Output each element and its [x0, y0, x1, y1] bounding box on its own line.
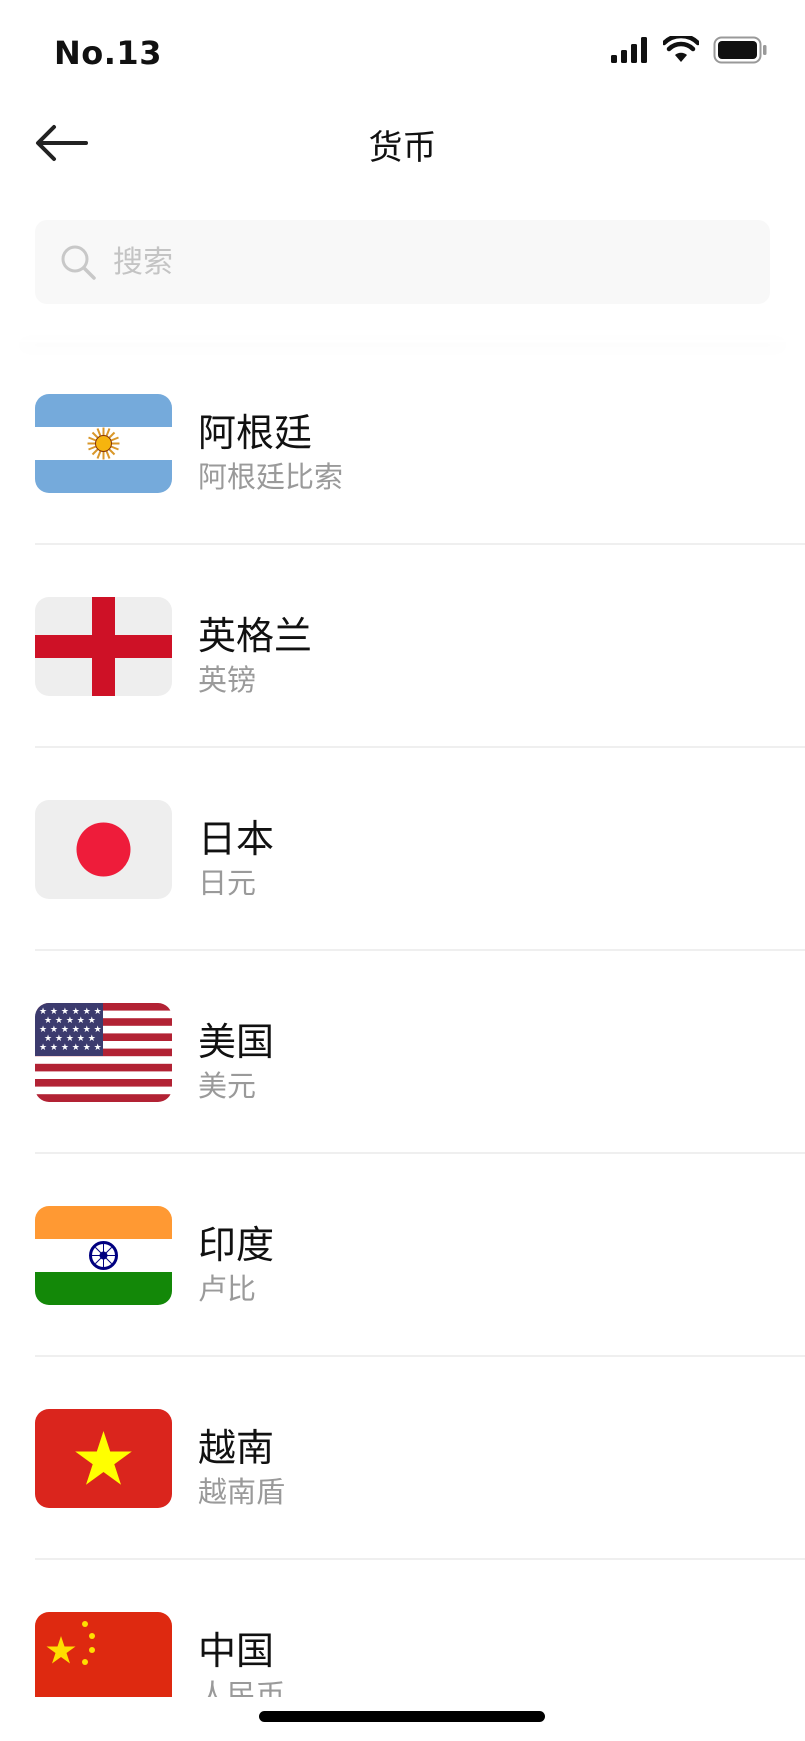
india-flag-icon: [35, 1206, 172, 1305]
vietnam-flag-icon: [35, 1409, 172, 1508]
status-icons: [611, 33, 767, 68]
currency-list: 阿根廷 阿根廷比索 英格兰 英镑 日本 日元 ★ ★ ★ ★ ★ ★ ★ ★ ★…: [0, 342, 805, 1697]
currency-name: 人民币: [198, 1678, 286, 1697]
country-name: 中国: [198, 1629, 275, 1673]
home-indicator: [259, 1711, 545, 1722]
china-flag-icon: [35, 1612, 172, 1697]
england-flag-icon: [35, 597, 172, 696]
search-input[interactable]: [111, 243, 715, 281]
svg-text:★ ★ ★ ★ ★ ★: ★ ★ ★ ★ ★ ★: [39, 1043, 102, 1053]
status-time: No.13: [54, 34, 162, 72]
argentina-flag-icon: [35, 394, 172, 493]
signal-icon: [611, 37, 649, 67]
currency-name: 阿根廷比索: [198, 460, 344, 494]
currency-name: 英镑: [198, 663, 257, 697]
country-name: 印度: [198, 1223, 275, 1267]
list-item-japan[interactable]: 日本 日元: [0, 748, 805, 951]
currency-name: 日元: [198, 866, 257, 900]
currency-name: 越南盾: [198, 1475, 286, 1509]
list-item-england[interactable]: 英格兰 英镑: [0, 545, 805, 748]
list-item-china[interactable]: 中国 人民币: [0, 1560, 805, 1697]
usa-flag-icon: ★ ★ ★ ★ ★ ★ ★ ★ ★ ★ ★ ★ ★ ★ ★ ★ ★ ★ ★ ★ …: [35, 1003, 172, 1102]
country-name: 越南: [198, 1426, 275, 1470]
currency-name: 美元: [198, 1069, 257, 1103]
country-name: 日本: [198, 817, 275, 861]
list-item-india[interactable]: 印度 卢比: [0, 1154, 805, 1357]
japan-flag-icon: [35, 800, 172, 899]
battery-icon: [713, 36, 767, 68]
country-name: 美国: [198, 1020, 275, 1064]
country-name: 英格兰: [198, 614, 313, 658]
status-bar: No.13: [0, 0, 805, 96]
search-bar[interactable]: [35, 220, 770, 304]
wifi-icon: [661, 33, 701, 68]
currency-name: 卢比: [198, 1272, 257, 1306]
list-item-argentina[interactable]: 阿根廷 阿根廷比索: [0, 342, 805, 545]
nav-bar: 货币: [0, 96, 805, 192]
list-item-usa[interactable]: ★ ★ ★ ★ ★ ★ ★ ★ ★ ★ ★ ★ ★ ★ ★ ★ ★ ★ ★ ★ …: [0, 951, 805, 1154]
search-icon: [59, 243, 97, 281]
page-title: 货币: [368, 128, 437, 168]
list-item-vietnam[interactable]: 越南 越南盾: [0, 1357, 805, 1560]
country-name: 阿根廷: [198, 411, 313, 455]
